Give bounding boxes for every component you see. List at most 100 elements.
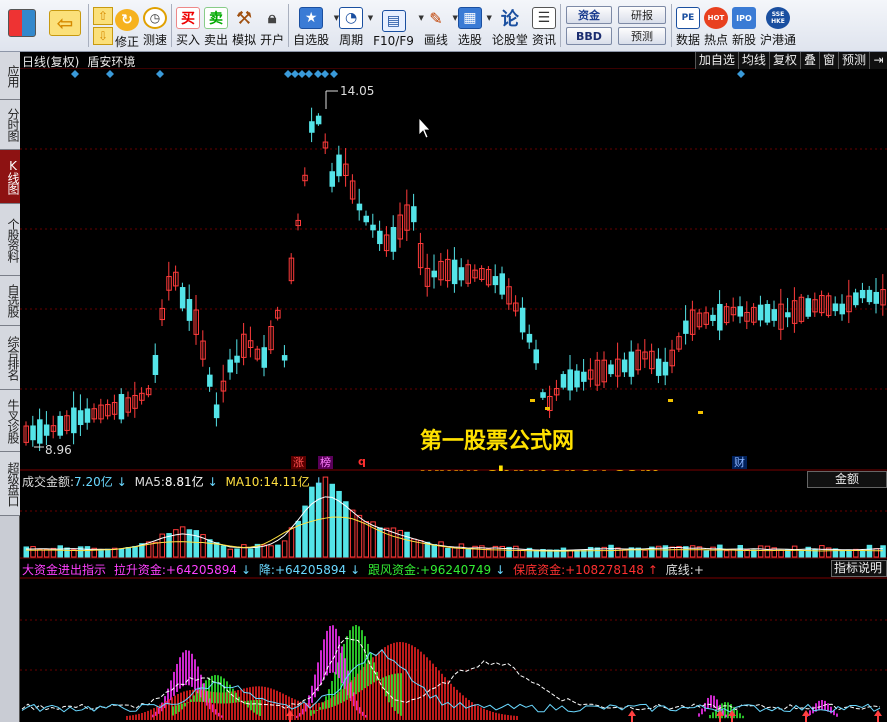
- stock-picker-button[interactable]: ▦ 选股 ▼: [456, 0, 492, 51]
- hotspot-label: 热点: [703, 33, 728, 47]
- candle-body: [179, 287, 186, 309]
- candle-body: [458, 267, 465, 281]
- indicator-chart[interactable]: [20, 560, 887, 722]
- volume-bar: [125, 546, 131, 558]
- period-button[interactable]: ◔ 周期 ▼: [337, 0, 373, 51]
- news-button[interactable]: ☰ 资讯: [530, 0, 558, 51]
- raise-label: 拉升资金:: [113, 563, 166, 577]
- chart-header-button-3[interactable]: 叠: [799, 52, 819, 69]
- side-tab-1[interactable]: 分时图: [0, 100, 20, 150]
- side-tab-6[interactable]: 牛叉诊股: [0, 390, 20, 452]
- volume-title: 成交金额:: [22, 475, 75, 489]
- side-tab-3[interactable]: 个股资料: [0, 204, 20, 276]
- volume-bar: [118, 548, 125, 558]
- watermark-title: 第一股票公式网: [420, 429, 575, 454]
- candle-body: [683, 320, 689, 334]
- volume-bar: [275, 544, 281, 558]
- new-stock-button[interactable]: IPO 新股: [730, 0, 758, 51]
- buy-button[interactable]: 买 买入: [174, 0, 202, 51]
- toolbar-separator: [559, 4, 561, 47]
- indicator-help-button[interactable]: 指标说明: [831, 560, 887, 577]
- candle-body: [37, 419, 43, 444]
- chart-mode[interactable]: 日线(复权): [22, 55, 79, 69]
- hk-connect-button[interactable]: SSE HKE 沪港通: [758, 0, 798, 51]
- side-tab-7[interactable]: 超级盘口: [0, 452, 20, 516]
- chart-header-buttons: 加自选 均线 复权叠窗预测 ⇥: [694, 52, 887, 69]
- back-button[interactable]: ⇦: [44, 0, 86, 51]
- volume-bar: [64, 547, 70, 558]
- f10-label: F10/F9: [373, 34, 414, 48]
- down-arrow-icon[interactable]: ⇩: [93, 26, 113, 45]
- volume-bar: [234, 548, 240, 558]
- volume-bar: [880, 545, 886, 558]
- chart-header-button-0[interactable]: 加自选: [694, 52, 738, 69]
- modify-button[interactable]: ⇧ ⇩ ↻ 修正: [91, 0, 141, 51]
- draw-line-button[interactable]: ✎ 画线 ▼: [422, 0, 458, 51]
- back-arrow-icon: ⇦: [49, 10, 81, 36]
- research-pill-button[interactable]: 研报: [617, 6, 666, 24]
- badge-bang[interactable]: 榜: [318, 456, 333, 469]
- kline-chart[interactable]: 14.05 8.96: [20, 69, 887, 471]
- side-tab-4[interactable]: 自选股: [0, 276, 20, 326]
- amount-button[interactable]: 金额: [807, 471, 887, 488]
- signal-dot: [530, 399, 535, 402]
- side-tab-2[interactable]: K线图: [0, 150, 20, 204]
- bbd-pill-button[interactable]: BBD: [565, 27, 612, 45]
- chart-header-button-2[interactable]: 复权: [768, 52, 800, 69]
- candle-body: [71, 407, 77, 434]
- f10-button[interactable]: ▤ F10/F9 ▼: [371, 0, 424, 51]
- volume-bar: [132, 545, 138, 558]
- forum-button[interactable]: 论 论股堂: [490, 0, 530, 51]
- candle-body: [737, 306, 743, 317]
- drop-label: 降:: [258, 563, 275, 577]
- volume-bar: [57, 545, 63, 558]
- forecast-pill-button[interactable]: 预测: [617, 27, 666, 45]
- candle-body: [431, 270, 437, 278]
- sell-button[interactable]: 卖 卖出: [202, 0, 230, 51]
- candle-body: [77, 410, 84, 426]
- speed-test-button[interactable]: ◷ 测速: [141, 0, 169, 51]
- candle-body: [281, 355, 288, 361]
- period-clock-icon: ◔: [339, 7, 364, 29]
- candle-body: [533, 349, 539, 364]
- candle-body: [207, 374, 213, 387]
- volume-bar: [105, 548, 111, 558]
- volume-bar: [751, 549, 757, 558]
- volume-bar: [846, 549, 852, 558]
- chart-header-button-5[interactable]: 预测: [837, 52, 869, 69]
- volume-bar: [247, 548, 254, 558]
- candle-body: [764, 303, 771, 323]
- exit-icon[interactable]: ⇥: [869, 52, 887, 69]
- down-arrow-icon: ↓: [241, 563, 252, 577]
- badge-q[interactable]: q: [356, 455, 368, 468]
- layout-button[interactable]: [0, 0, 44, 51]
- modify-label: 修正: [115, 34, 140, 49]
- volume-bar: [465, 548, 471, 558]
- candle-body: [567, 369, 573, 391]
- up-arrow-icon[interactable]: ⇧: [93, 6, 113, 25]
- side-tab-5[interactable]: 综合排名: [0, 326, 20, 390]
- main-toolbar: ⇦ ⇧ ⇩ ↻ 修正 ◷ 测速 买 买入 卖 卖出 ⚒ 模拟 🔒︎ 开户 ★ 自…: [0, 0, 887, 52]
- chart-header-button-1[interactable]: 均线: [737, 52, 769, 69]
- guard-value: +108278148: [565, 563, 644, 577]
- volume-bar: [608, 544, 614, 558]
- chart-header-button-4[interactable]: 窗: [818, 52, 838, 69]
- candle-body: [152, 355, 159, 375]
- open-account-button[interactable]: 🔒︎ 开户: [258, 0, 286, 51]
- candle-body: [608, 364, 614, 375]
- simulate-label: 模拟: [232, 33, 257, 47]
- side-tab-0[interactable]: 应用: [0, 52, 20, 100]
- simulate-button[interactable]: ⚒ 模拟: [230, 0, 258, 51]
- candle-body: [839, 303, 845, 315]
- volume-bar: [445, 547, 451, 558]
- pe-icon: PE: [675, 7, 700, 29]
- watchlist-button[interactable]: ★ 自选股 ▼: [291, 0, 339, 51]
- bottom-label: 底线:: [665, 563, 694, 577]
- data-button[interactable]: PE 数据: [674, 0, 702, 51]
- badge-zhang[interactable]: 涨: [291, 456, 306, 469]
- badge-cai[interactable]: 财: [732, 456, 747, 469]
- chart-header: 日线(复权) 盾安环境 加自选 均线 复权叠窗预测 ⇥: [20, 52, 887, 69]
- fund-pill-button[interactable]: 资金: [565, 6, 612, 24]
- hotspot-button[interactable]: HOT 热点: [702, 0, 730, 51]
- raise-value: +64205894: [165, 563, 238, 577]
